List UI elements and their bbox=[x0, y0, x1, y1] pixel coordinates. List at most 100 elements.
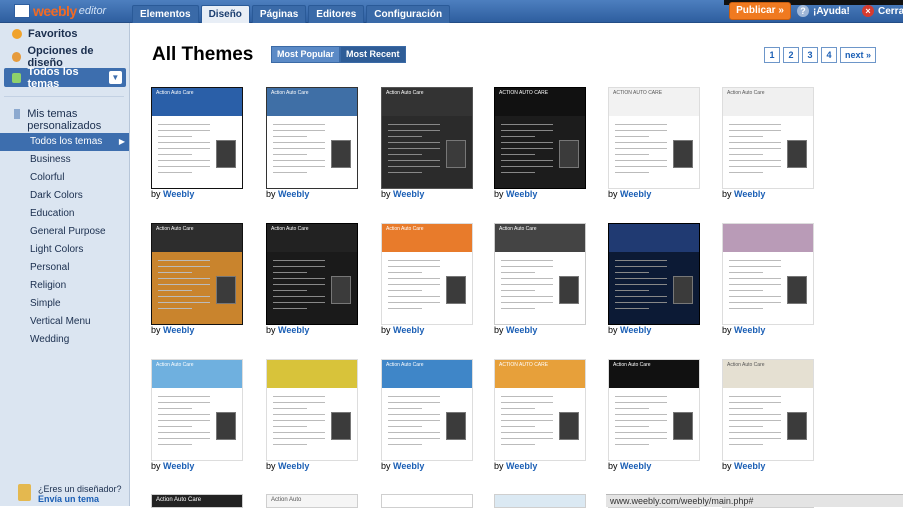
sidebar-category[interactable]: General Purpose bbox=[0, 223, 129, 241]
theme-card[interactable]: Action Auto Care by Weebly bbox=[722, 87, 814, 203]
tab-3[interactable]: Editores bbox=[308, 5, 365, 23]
theme-thumbnail[interactable] bbox=[608, 223, 700, 325]
sidebar-category[interactable]: Wedding bbox=[0, 331, 129, 349]
theme-card[interactable]: Action Auto Care by Weebly bbox=[266, 223, 358, 339]
author-link[interactable]: Weebly bbox=[506, 325, 537, 335]
sidebar-category[interactable]: Light Colors bbox=[0, 241, 129, 259]
author-link[interactable]: Weebly bbox=[393, 325, 424, 335]
text-line bbox=[388, 260, 440, 261]
theme-card[interactable]: Action Auto Care by Weebly bbox=[381, 87, 473, 203]
designer-promo[interactable]: ¿Eres un diseñador? Envía un tema bbox=[18, 484, 126, 504]
sidebar-category[interactable]: Todos los temas ▶ bbox=[0, 133, 129, 151]
design-options-button[interactable]: Opciones de diseño bbox=[4, 45, 126, 69]
theme-thumbnail[interactable]: ACTION AUTO CARE bbox=[608, 87, 700, 189]
theme-card[interactable]: Action Auto Care by Weebly bbox=[151, 359, 243, 475]
theme-card[interactable]: Action Auto Care by Weebly bbox=[381, 359, 473, 475]
author-link[interactable]: Weebly bbox=[278, 461, 309, 471]
my-themes-link[interactable]: Mis temas personalizados bbox=[14, 108, 126, 132]
theme-card[interactable]: by Weebly bbox=[608, 223, 700, 339]
close-link[interactable]: × Cerrar bbox=[862, 4, 903, 18]
theme-thumbnail[interactable]: Action Auto Care bbox=[494, 223, 586, 325]
sidebar-category[interactable]: Dark Colors bbox=[0, 187, 129, 205]
theme-thumbnail[interactable]: Action Auto Care bbox=[381, 87, 473, 189]
theme-thumbnail[interactable]: ACTION AUTO CARE bbox=[494, 359, 586, 461]
theme-thumbnail[interactable]: Action Auto Care bbox=[151, 87, 243, 189]
theme-thumbnail[interactable] bbox=[722, 223, 814, 325]
sidebar-category[interactable]: Personal bbox=[0, 259, 129, 277]
theme-card[interactable]: ACTION AUTO CARE by Weebly bbox=[608, 87, 700, 203]
author-link[interactable]: Weebly bbox=[506, 189, 537, 199]
sidebar-category[interactable]: Colorful bbox=[0, 169, 129, 187]
author-link[interactable]: Weebly bbox=[393, 189, 424, 199]
author-link[interactable]: Weebly bbox=[506, 461, 537, 471]
tab-1[interactable]: Diseño bbox=[200, 5, 250, 23]
author-link[interactable]: Weebly bbox=[734, 189, 765, 199]
theme-card[interactable]: Action Auto Care bbox=[151, 494, 243, 508]
text-line bbox=[501, 130, 553, 131]
page-link[interactable]: next » bbox=[840, 47, 877, 63]
theme-thumbnail[interactable]: Action Auto Care bbox=[266, 87, 358, 189]
author-link[interactable]: Weebly bbox=[620, 461, 651, 471]
theme-thumbnail[interactable] bbox=[266, 359, 358, 461]
weebly-logo[interactable]: weebly editor bbox=[14, 2, 106, 20]
author-link[interactable]: Weebly bbox=[278, 325, 309, 335]
sidebar-category[interactable]: Simple bbox=[0, 295, 129, 313]
theme-thumbnail[interactable]: Action Auto Care bbox=[151, 359, 243, 461]
sidebar-category[interactable]: Vertical Menu bbox=[0, 313, 129, 331]
theme-thumbnail[interactable]: Action Auto Care bbox=[381, 359, 473, 461]
tab-4[interactable]: Configuración bbox=[366, 5, 451, 23]
all-themes-dropdown[interactable]: Todos los temas ▼ bbox=[4, 66, 126, 90]
theme-card[interactable]: Action Auto Care by Weebly bbox=[151, 87, 243, 203]
tab-2[interactable]: Páginas bbox=[251, 5, 307, 23]
theme-card[interactable]: Action Auto Care by Weebly bbox=[722, 359, 814, 475]
theme-thumbnail[interactable]: Action Auto Care bbox=[722, 87, 814, 189]
author-link[interactable]: Weebly bbox=[163, 461, 194, 471]
author-link[interactable]: Weebly bbox=[734, 461, 765, 471]
author-link[interactable]: Weebly bbox=[393, 461, 424, 471]
thumbnail-title: Action Auto Care bbox=[271, 226, 309, 232]
theme-card[interactable]: Action Auto Care by Weebly bbox=[151, 223, 243, 339]
sidebar-category[interactable]: Business bbox=[0, 151, 129, 169]
theme-card[interactable]: by Weebly bbox=[266, 359, 358, 475]
theme-card[interactable] bbox=[381, 494, 473, 508]
help-link[interactable]: ? ¡Ayuda! bbox=[797, 4, 850, 18]
sidebar-category[interactable]: Education bbox=[0, 205, 129, 223]
sidebar-category[interactable]: Religion bbox=[0, 277, 129, 295]
theme-thumbnail[interactable]: Action Auto Care bbox=[151, 223, 243, 325]
thumbnail-title: Action Auto Care bbox=[156, 497, 202, 503]
theme-thumbnail[interactable]: Action Auto Care bbox=[266, 223, 358, 325]
theme-thumbnail[interactable]: ACTION AUTO CARE bbox=[494, 87, 586, 189]
page-link[interactable]: 3 bbox=[802, 47, 818, 63]
theme-card[interactable] bbox=[494, 494, 586, 508]
thumbnail-header: Action Auto Care bbox=[152, 224, 242, 252]
author-link[interactable]: Weebly bbox=[163, 325, 194, 335]
theme-card[interactable]: Action Auto Care by Weebly bbox=[494, 223, 586, 339]
publish-button[interactable]: Publicar » bbox=[729, 2, 791, 20]
author-link[interactable]: Weebly bbox=[734, 325, 765, 335]
theme-card[interactable]: by Weebly bbox=[722, 223, 814, 339]
sort-button[interactable]: Most Recent bbox=[340, 46, 406, 63]
sort-button[interactable]: Most Popular bbox=[271, 46, 341, 63]
page-link[interactable]: 4 bbox=[821, 47, 837, 63]
page-link[interactable]: 2 bbox=[783, 47, 799, 63]
page-link[interactable]: 1 bbox=[764, 47, 780, 63]
tab-0[interactable]: Elementos bbox=[132, 5, 199, 23]
author-link[interactable]: Weebly bbox=[620, 325, 651, 335]
theme-thumbnail[interactable]: Action Auto Care bbox=[608, 359, 700, 461]
theme-card[interactable]: Action Auto Care by Weebly bbox=[381, 223, 473, 339]
author-link[interactable]: Weebly bbox=[620, 189, 651, 199]
theme-card[interactable]: Action Auto bbox=[266, 494, 358, 508]
theme-thumbnail[interactable]: Action Auto Care bbox=[722, 359, 814, 461]
author-link[interactable]: Weebly bbox=[163, 189, 194, 199]
text-line bbox=[501, 272, 535, 273]
author-link[interactable]: Weebly bbox=[278, 189, 309, 199]
theme-card[interactable]: Action Auto Care by Weebly bbox=[608, 359, 700, 475]
submit-theme-link[interactable]: Envía un tema bbox=[38, 494, 99, 504]
theme-card[interactable]: ACTION AUTO CARE by Weebly bbox=[494, 359, 586, 475]
theme-card[interactable]: Action Auto Care by Weebly bbox=[266, 87, 358, 203]
text-line bbox=[729, 136, 763, 137]
theme-thumbnail[interactable]: Action Auto Care bbox=[381, 223, 473, 325]
theme-author: by Weebly bbox=[381, 189, 424, 199]
favorites-button[interactable]: Favoritos bbox=[4, 25, 126, 43]
theme-card[interactable]: ACTION AUTO CARE by Weebly bbox=[494, 87, 586, 203]
